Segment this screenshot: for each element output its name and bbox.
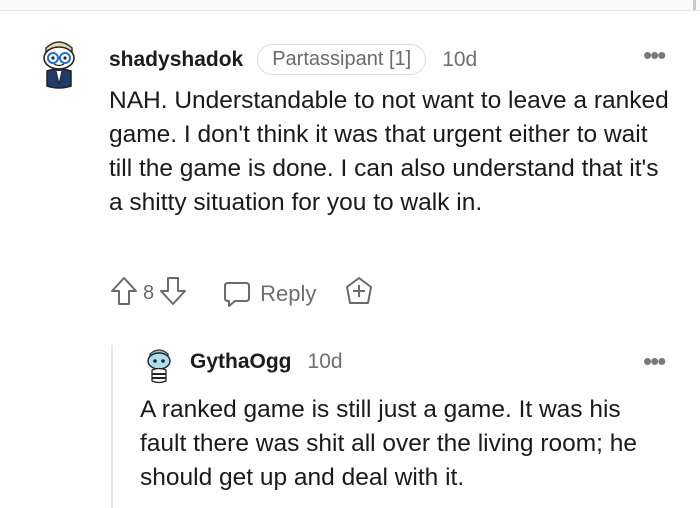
more-options-icon: •••: [643, 346, 666, 376]
upvote-button[interactable]: [109, 275, 139, 312]
avatar[interactable]: [144, 345, 174, 390]
comment-body: A ranked game is still just a game. It w…: [140, 396, 638, 491]
comment-body: NAH. Understandable to not want to leave…: [109, 87, 669, 216]
reply-button[interactable]: Reply: [222, 279, 316, 309]
timestamp[interactable]: 10d: [442, 48, 477, 72]
avatar[interactable]: [36, 34, 82, 97]
more-options-button[interactable]: •••: [643, 348, 666, 374]
award-button[interactable]: [344, 275, 374, 312]
vote-score: 8: [143, 282, 155, 304]
username[interactable]: GythaOgg: [190, 350, 292, 374]
username[interactable]: shadyshadok: [109, 48, 243, 72]
user-flair: Partassipant [1]: [257, 44, 427, 75]
speech-bubble-icon: [224, 281, 251, 307]
snoo-avatar-icon: [147, 349, 171, 384]
timestamp[interactable]: 10d: [308, 350, 343, 374]
reply-label: Reply: [260, 280, 317, 306]
more-options-button[interactable]: •••: [643, 42, 666, 68]
top-divider: [0, 0, 700, 11]
downvote-button[interactable]: [158, 275, 188, 312]
snoo-avatar-icon: [43, 41, 75, 89]
more-options-icon: •••: [643, 40, 666, 70]
award-plus-icon: [346, 277, 373, 304]
downvote-arrow-icon: [160, 277, 187, 305]
thread-line[interactable]: [111, 345, 113, 508]
upvote-arrow-icon: [111, 277, 137, 305]
scrollbar[interactable]: [693, 0, 696, 10]
